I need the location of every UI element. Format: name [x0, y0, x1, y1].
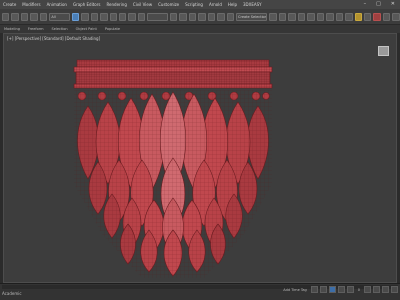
maximize-viewport-icon[interactable]: [391, 286, 398, 293]
rotate-icon[interactable]: [119, 12, 127, 21]
reference-coordinate-dropdown[interactable]: [147, 12, 168, 21]
schematic-view-icon[interactable]: [316, 12, 325, 21]
go-to-start-icon[interactable]: [310, 286, 318, 293]
menu-item-3dxeasy[interactable]: 3DXEASY: [240, 2, 265, 7]
minimize-button[interactable]: –: [361, 1, 370, 7]
menu-item-graph-editors[interactable]: Graph Editors: [70, 2, 103, 7]
zoom-icon[interactable]: [364, 286, 371, 293]
bind-space-warp-icon[interactable]: [39, 12, 48, 21]
menu-item-customize[interactable]: Customize: [155, 2, 182, 7]
add-time-tag[interactable]: Add Time Tag: [281, 288, 309, 292]
status-prompt: Academic: [2, 291, 22, 296]
edit-named-selection-icon[interactable]: [226, 12, 235, 21]
animation-controls: Add Time Tag 0: [281, 286, 398, 293]
placement-icon[interactable]: [137, 12, 146, 21]
select-by-name-icon[interactable]: [81, 12, 89, 21]
menu-item-animation[interactable]: Animation: [44, 2, 70, 7]
redo-icon[interactable]: [11, 12, 19, 21]
maximize-button[interactable]: □: [373, 1, 384, 7]
snaps-toggle-icon[interactable]: [188, 12, 197, 21]
angle-snap-icon[interactable]: [198, 12, 206, 21]
material-editor-icon[interactable]: [326, 12, 334, 21]
unlink-icon[interactable]: [30, 12, 38, 21]
link-icon[interactable]: [20, 12, 29, 21]
menu-item-help[interactable]: Help: [225, 2, 240, 7]
toggle-ribbon-icon[interactable]: [297, 12, 306, 21]
window-controls: – □ ✕: [361, 1, 398, 7]
menu-item-rendering[interactable]: Rendering: [103, 2, 129, 7]
current-frame-field[interactable]: 0: [356, 288, 362, 292]
pan-icon[interactable]: [373, 286, 380, 293]
rendered-frame-window-icon[interactable]: [345, 12, 353, 21]
tab-freeform[interactable]: Freeform: [24, 27, 48, 31]
tab-selection[interactable]: Selection: [48, 27, 72, 31]
spinner-snap-icon[interactable]: [217, 12, 225, 21]
workspace-icon[interactable]: [392, 12, 400, 21]
close-button[interactable]: ✕: [388, 1, 398, 7]
arnold-render-icon[interactable]: [373, 12, 381, 21]
chandelier-crown: [73, 59, 273, 89]
next-frame-icon[interactable]: [337, 286, 345, 293]
status-bar: Academic Add Time Tag 0: [0, 283, 400, 300]
menu-item-scripting[interactable]: Scripting: [182, 2, 206, 7]
mirror-icon[interactable]: [269, 12, 277, 21]
sign-in-icon[interactable]: [382, 12, 391, 21]
menu-item-arnold[interactable]: Arnold: [206, 2, 225, 7]
keyboard-shortcut-override-icon[interactable]: [179, 12, 187, 21]
select-object-icon[interactable]: [71, 12, 80, 21]
layer-explorer-icon[interactable]: [288, 12, 296, 21]
window-crossing-icon[interactable]: [100, 12, 108, 21]
main-toolbar: All Create Selection Set: [0, 9, 400, 25]
perspective-viewport[interactable]: [+] [Perspective] [Standard] [Default Sh…: [3, 33, 397, 283]
go-to-end-icon[interactable]: [346, 286, 354, 293]
menu-item-create[interactable]: Create: [0, 2, 19, 7]
move-icon[interactable]: [109, 12, 118, 21]
selection-filter-dropdown[interactable]: All: [49, 12, 70, 21]
percent-snap-icon[interactable]: [207, 12, 216, 21]
previous-frame-icon[interactable]: [319, 286, 327, 293]
named-selection-dropdown[interactable]: Create Selection Set: [236, 12, 268, 21]
render-production-icon[interactable]: [354, 12, 362, 21]
ribbon-tabs: Modeling Freeform Selection Object Paint…: [0, 25, 400, 33]
chandelier-drops: [74, 90, 272, 278]
align-icon[interactable]: [278, 12, 287, 21]
play-icon[interactable]: [328, 286, 336, 293]
tab-object-paint[interactable]: Object Paint: [72, 27, 101, 31]
render-setup-icon[interactable]: [335, 12, 344, 21]
chandelier-model[interactable]: [4, 34, 397, 283]
pivot-point-icon[interactable]: [169, 12, 178, 21]
render-in-cloud-icon[interactable]: [364, 12, 372, 21]
orbit-icon[interactable]: [382, 286, 389, 293]
curve-editor-icon[interactable]: [307, 12, 315, 21]
rectangle-selection-icon[interactable]: [90, 12, 99, 21]
menu-item-civil-view[interactable]: Civil View: [130, 2, 155, 7]
menu-item-modifiers[interactable]: Modifiers: [19, 2, 43, 7]
undo-icon[interactable]: [2, 12, 10, 21]
tab-modeling[interactable]: Modeling: [0, 27, 24, 31]
menu-bar: Create Modifiers Animation Graph Editors…: [0, 0, 400, 9]
scale-icon[interactable]: [128, 12, 136, 21]
tab-populate[interactable]: Populate: [101, 27, 124, 31]
